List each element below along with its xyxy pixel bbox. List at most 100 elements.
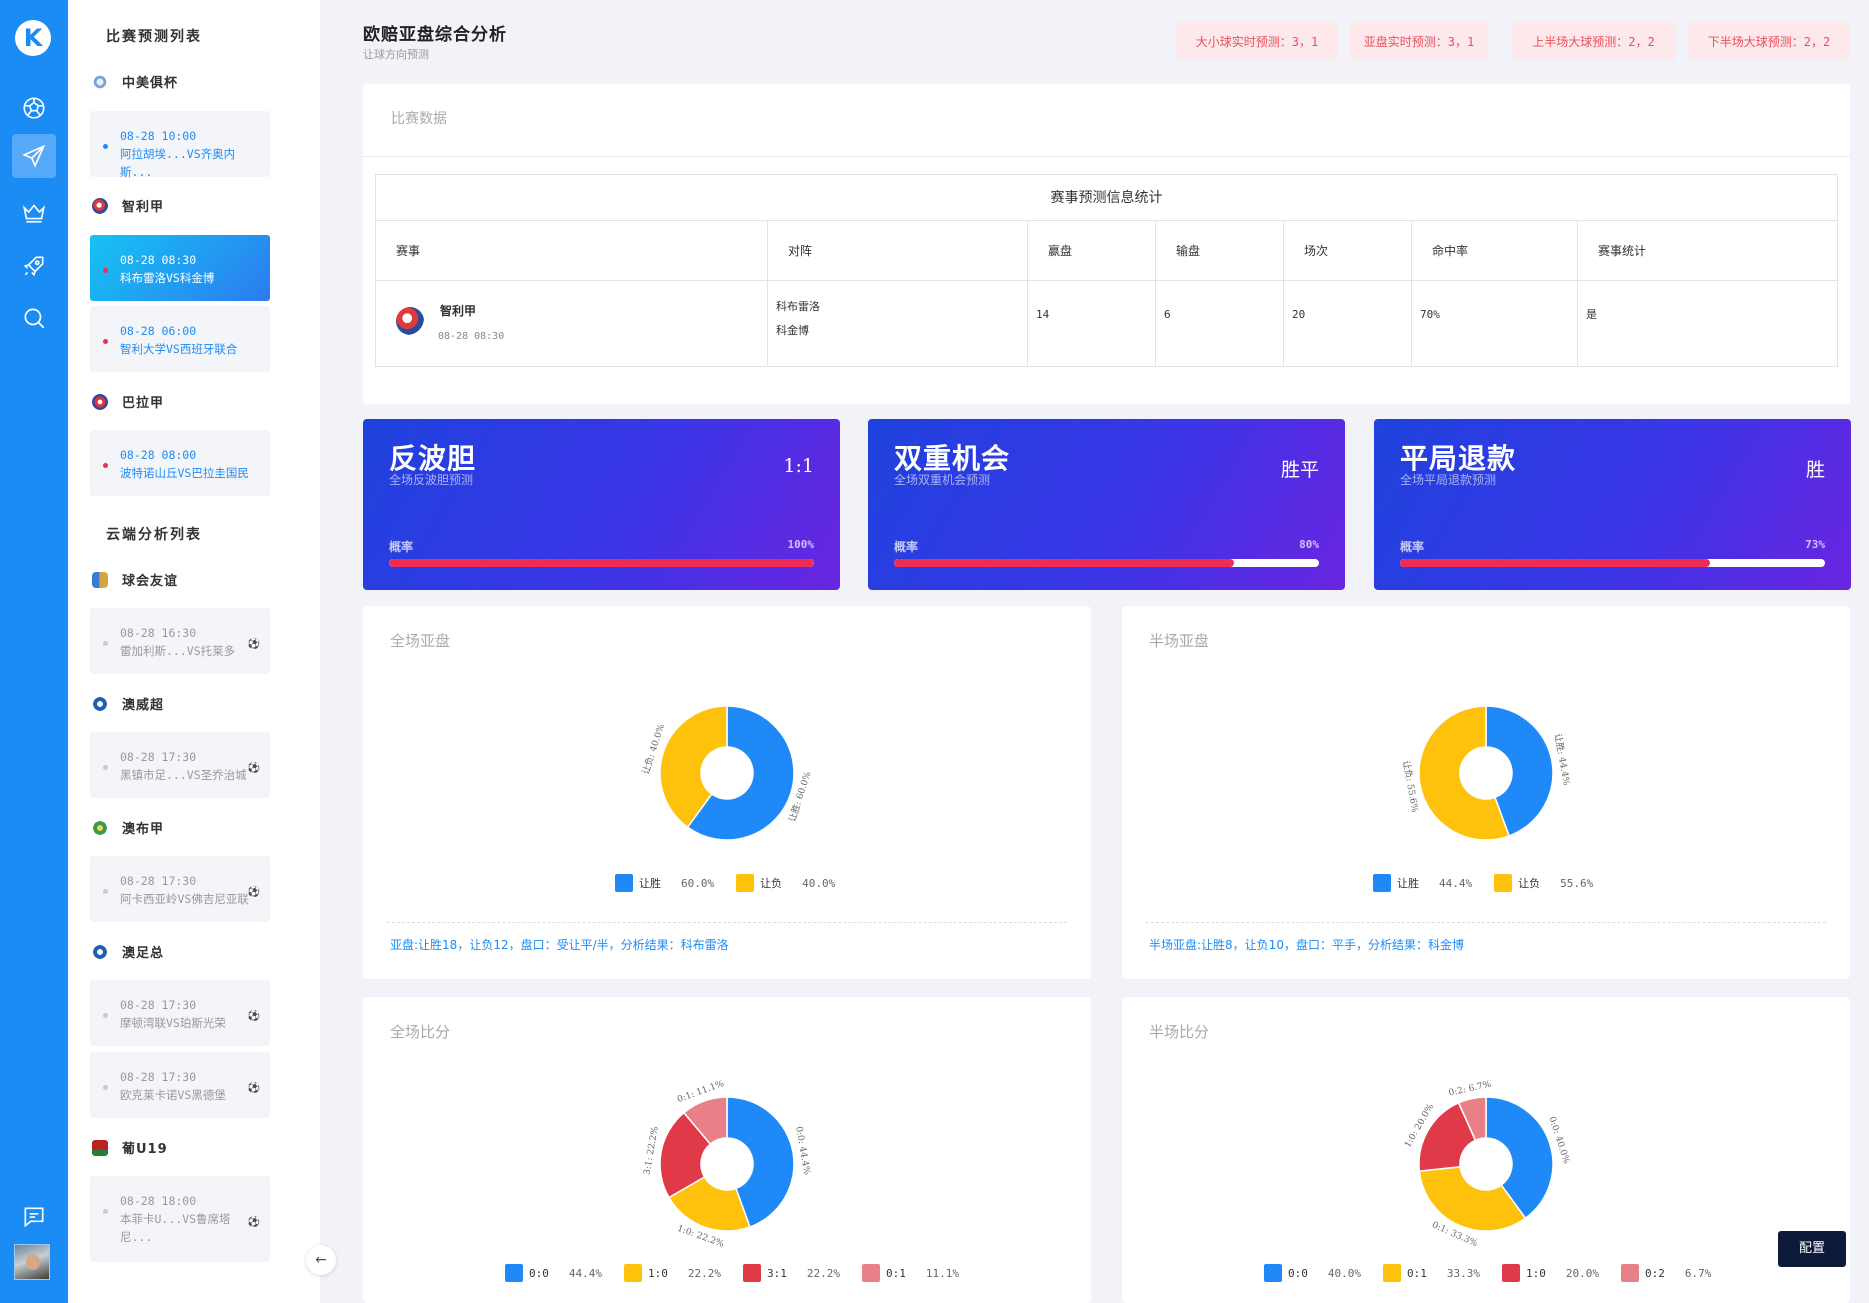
prob-bar-fill <box>1400 559 1711 567</box>
match-time: 08-28 18:00 <box>120 1194 197 1208</box>
league-logo-icon <box>92 819 108 836</box>
chart-legend: 让胜 60.0% 让负 40.0% <box>615 874 857 892</box>
league-header: 澳威超 <box>92 694 164 713</box>
legend-value: 44.4% <box>1439 876 1473 890</box>
match-item[interactable]: 08-28 10:00 阿拉胡埃...VS齐奥内斯... <box>90 111 270 179</box>
legend-swatch <box>862 1264 880 1282</box>
league-cell: 智利甲 08-28 08:30 <box>376 281 768 367</box>
prediction-pill: 上半场大球预测：2，2 <box>1512 22 1675 60</box>
legend-label: 1:0 <box>1526 1266 1546 1280</box>
league-header: 球会友谊 <box>92 570 178 589</box>
table-row: 智利甲 08-28 08:30 科布雷洛 科金博 14 6 20 70% 是 <box>376 281 1837 367</box>
match-item[interactable]: 08-28 17:30 阿卡西亚岭VS佛吉尼亚联 ⚽ <box>90 856 270 922</box>
match-sidebar: 比赛预测列表 中美俱杯 08-28 10:00 阿拉胡埃...VS齐奥内斯...… <box>68 0 320 1303</box>
league-name: 葡U19 <box>122 1142 168 1157</box>
column-header: 命中率 <box>1412 221 1578 280</box>
table-header-row: 赛事 对阵 赢盘 输盘 场次 命中率 赛事统计 <box>376 221 1837 281</box>
prob-bar-fill <box>894 559 1234 567</box>
legend-item[interactable]: 0:0 44.4% <box>505 1264 602 1282</box>
card-subtitle: 全场双重机会预测 <box>894 473 991 487</box>
match-item[interactable]: 08-28 18:00 本菲卡U...VS鲁席塔 尼... ⚽ <box>90 1176 270 1262</box>
match-item[interactable]: 08-28 16:30 雷加利斯...VS托莱多 ⚽ <box>90 608 270 674</box>
column-header: 赛事统计 <box>1598 244 1647 258</box>
slice-label: 让胜: 44.4% <box>1552 733 1572 787</box>
send-icon[interactable] <box>12 134 56 178</box>
page-title: 欧赔亚盘综合分析 <box>363 25 507 45</box>
away-team: 科金博 <box>776 324 809 337</box>
card-value: 胜 <box>1805 459 1825 481</box>
legend-item[interactable]: 1:0 20.0% <box>1502 1264 1599 1282</box>
message-icon[interactable] <box>12 1195 56 1239</box>
legend-swatch <box>1383 1264 1401 1282</box>
card-value: 胜平 <box>1280 459 1319 481</box>
search-icon[interactable] <box>12 296 56 340</box>
chart-legend: 0:0 40.0% 0:1 33.3% 1:0 20.0% 0:2 6.7% <box>1264 1264 1733 1282</box>
column-header: 场次 <box>1284 221 1412 280</box>
legend-item[interactable]: 让胜 44.4% <box>1373 874 1472 892</box>
legend-label: 0:0 <box>1288 1266 1308 1280</box>
league-name: 智利甲 <box>440 304 477 318</box>
collapse-sidebar-button[interactable]: ← <box>306 1245 336 1275</box>
prediction-list-title: 比赛预测列表 <box>106 29 202 45</box>
match-time: 08-28 17:30 <box>120 874 197 888</box>
chart-title: 半场亚盘 <box>1149 632 1210 650</box>
match-item[interactable]: 08-28 17:30 欧克莱卡诺VS黑德堡 ⚽ <box>90 1052 270 1118</box>
legend-item[interactable]: 0:1 33.3% <box>1383 1264 1480 1282</box>
legend-item[interactable]: 让胜 60.0% <box>615 874 714 892</box>
user-avatar[interactable] <box>14 1244 50 1280</box>
legend-label: 让负 <box>1518 877 1541 890</box>
league-name: 智利甲 <box>122 200 165 215</box>
config-button[interactable]: 配置 <box>1778 1231 1846 1267</box>
match-time: 08-28 17:30 <box>120 998 197 1012</box>
card-subtitle: 全场平局退款预测 <box>1400 473 1497 487</box>
crown-icon[interactable] <box>12 190 56 234</box>
legend-item[interactable]: 0:2 6.7% <box>1621 1264 1711 1282</box>
donut-chart: 让胜: 60.0%让负: 40.0% <box>639 705 814 841</box>
ball-icon: ⚽ <box>247 1083 260 1094</box>
nav-rail: K <box>0 0 68 1303</box>
legend-item[interactable]: 0:0 40.0% <box>1264 1264 1361 1282</box>
games-cell: 20 <box>1284 281 1412 367</box>
donut-chart: 0:0: 44.4%1:0: 22.2%3:1: 22.2%0:1: 11.1% <box>642 1079 811 1250</box>
match-teams: 雷加利斯...VS托莱多 <box>120 644 236 658</box>
legend-label: 1:0 <box>648 1266 668 1280</box>
legend-item[interactable]: 0:1 11.1% <box>862 1264 959 1282</box>
donut-chart: 0:0: 40.0%0:1: 33.3%1:0: 20.0%0:2: 6.7% <box>1403 1080 1571 1250</box>
football-icon[interactable] <box>12 86 56 130</box>
column-header: 赢盘 <box>1028 221 1156 280</box>
match-item[interactable]: 08-28 06:00 智利大学VS西班牙联合 <box>90 306 270 372</box>
legend-item[interactable]: 让负 55.6% <box>1494 874 1593 892</box>
match-item[interactable]: 08-28 08:00 波特诺山丘VS巴拉圭国民 <box>90 430 270 496</box>
legend-swatch <box>736 874 755 892</box>
prob-label: 概率 <box>389 540 414 554</box>
legend-item[interactable]: 1:0 22.2% <box>624 1264 721 1282</box>
legend-swatch <box>743 1264 761 1282</box>
prob-label: 概率 <box>1400 540 1425 554</box>
legend-value: 44.4% <box>568 1266 602 1280</box>
lose-cell: 6 <box>1156 281 1284 367</box>
chart-title: 全场亚盘 <box>390 632 451 650</box>
match-teams: 波特诺山丘VS巴拉圭国民 <box>120 466 249 480</box>
ball-icon: ⚽ <box>247 1011 260 1022</box>
match-item[interactable]: 08-28 17:30 摩顿湾联VS珀斯光荣 ⚽ <box>90 980 270 1046</box>
legend-label: 让胜 <box>639 877 661 890</box>
match-item[interactable]: 08-28 17:30 黑镇市足...VS圣乔治城 ⚽ <box>90 732 270 798</box>
chart-title: 半场比分 <box>1149 1023 1210 1041</box>
arrow-left-icon: ← <box>315 1252 327 1268</box>
match-teams: 黑镇市足...VS圣乔治城 <box>120 768 247 782</box>
match-time: 08-28 10:00 <box>120 129 197 143</box>
match-item-selected[interactable]: 08-28 08:30 科布雷洛VS科金博 <box>90 235 270 301</box>
status-dot <box>103 1209 108 1214</box>
league-logo-icon <box>92 393 108 410</box>
legend-item[interactable]: 让负 40.0% <box>736 874 835 892</box>
app-logo[interactable]: K <box>15 20 51 56</box>
league-logo-icon <box>396 307 424 335</box>
league-logo-icon <box>92 197 108 214</box>
legend-label: 让负 <box>760 877 783 890</box>
rocket-icon[interactable] <box>12 244 56 288</box>
legend-label: 0:0 <box>529 1266 549 1280</box>
match-time: 08-28 17:30 <box>120 1070 197 1084</box>
legend-item[interactable]: 3:1 22.2% <box>743 1264 840 1282</box>
column-header: 对阵 <box>768 221 1028 280</box>
match-teams: 摩顿湾联VS珀斯光荣 <box>120 1016 226 1030</box>
